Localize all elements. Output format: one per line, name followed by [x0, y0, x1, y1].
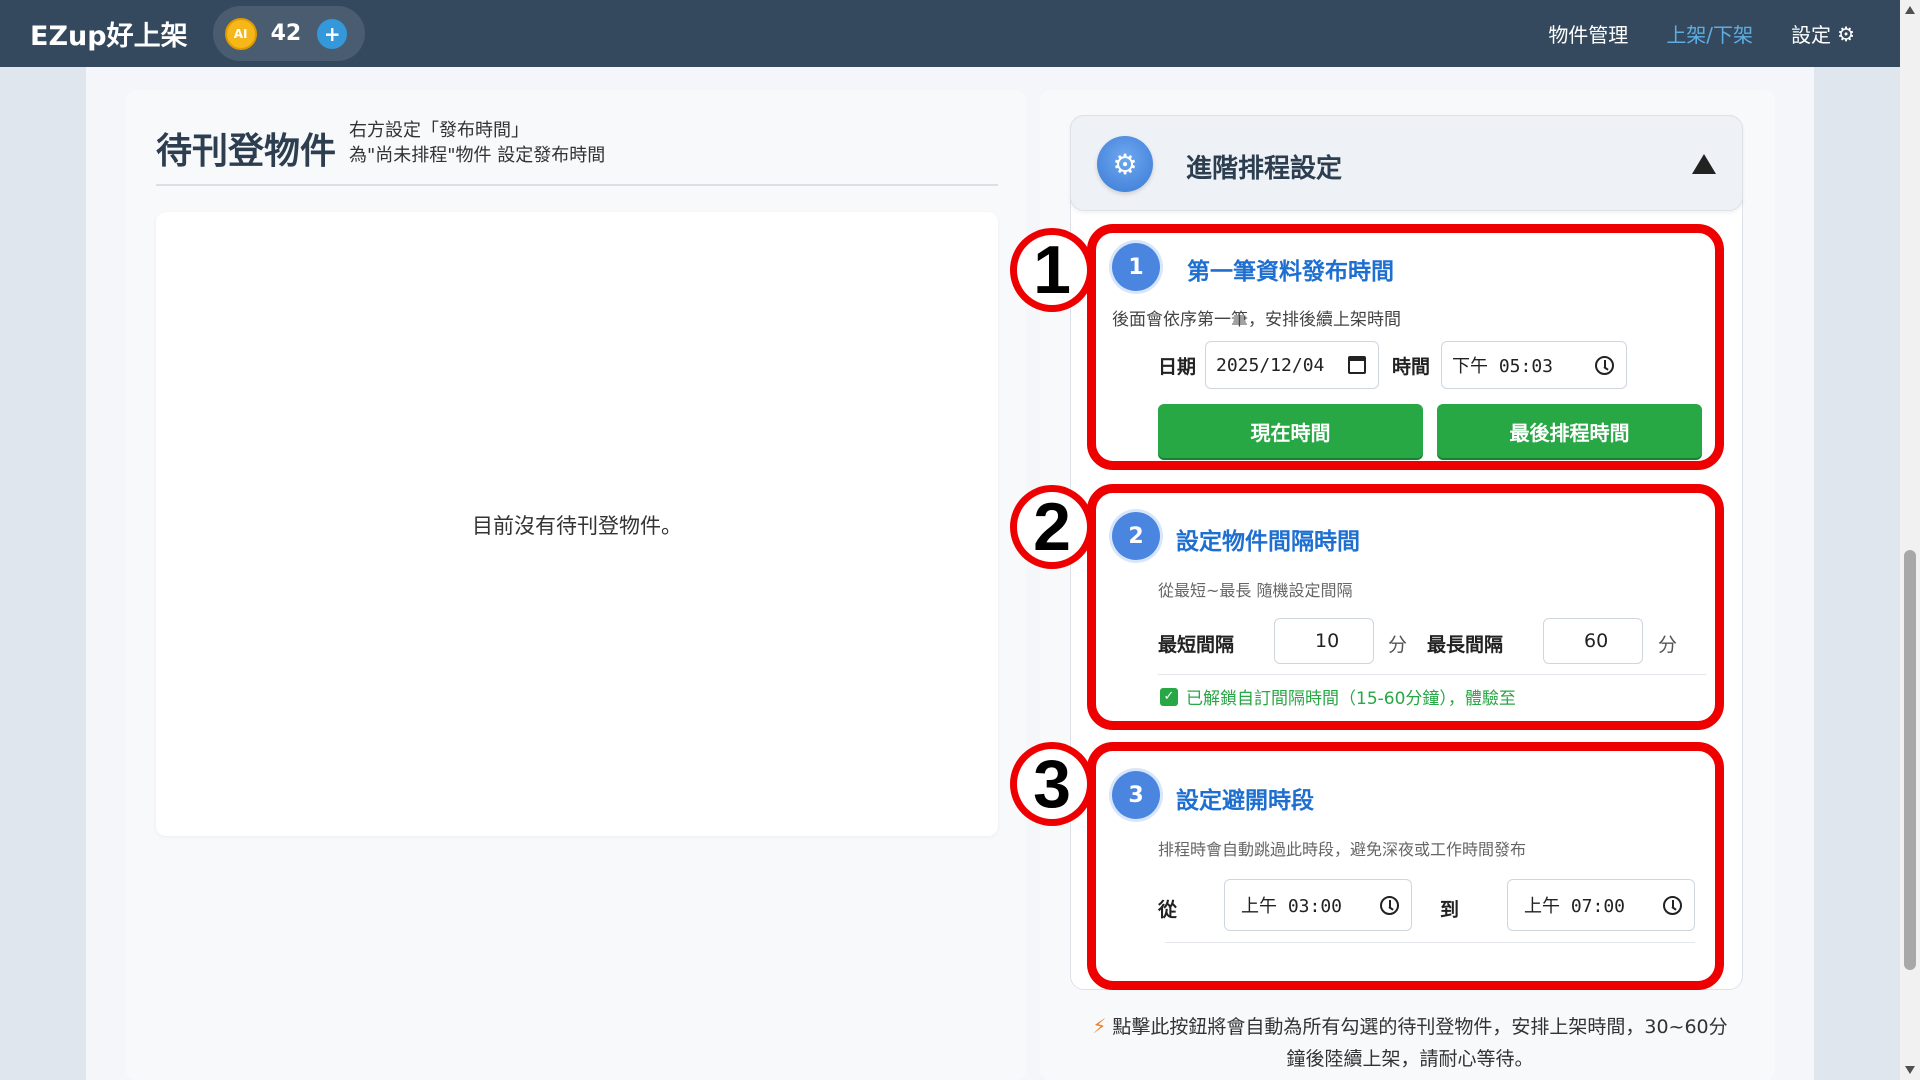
annotation-badge-3-number: 3 — [1017, 749, 1087, 819]
footer-note-line1: ⚡ 點擊此按鈕將會自動為所有勾選的待刊登物件，安排上架時間，30~60分 — [1070, 1010, 1750, 1043]
nav-item-settings[interactable]: 設定 ⚙ — [1791, 19, 1855, 48]
pending-hint-line1: 右方設定「發布時間」 — [349, 120, 529, 141]
page-scrollbar[interactable] — [1900, 0, 1920, 1080]
annotation-frame-1 — [1087, 224, 1724, 470]
annotation-badge-2-number: 2 — [1017, 492, 1087, 562]
ai-coin-icon: AI — [224, 17, 257, 50]
annotation-badge-1: 1 — [1010, 228, 1094, 312]
annotation-badge-3: 3 — [1010, 742, 1094, 826]
page-title: 待刊登物件 — [156, 131, 337, 172]
pending-hint: 右方設定「發布時間」 為"尚未排程"物件 設定發布時間 — [349, 118, 605, 168]
top-navbar: EZup好上架 AI 42 + 物件管理 上架/下架 設定 ⚙ — [0, 0, 1900, 67]
empty-state-message: 目前沒有待刊登物件。 — [472, 514, 682, 538]
nav-item-publish[interactable]: 上架/下架 — [1666, 19, 1753, 48]
ai-credit-count: 42 — [270, 21, 302, 46]
gear-icon: ⚙ — [1837, 21, 1855, 46]
gear-icon: ⚙ — [1097, 136, 1153, 192]
advanced-schedule-header[interactable]: ⚙ 進階排程設定 — [1070, 115, 1743, 211]
annotation-badge-2: 2 — [1010, 485, 1094, 569]
nav-item-listings[interactable]: 物件管理 — [1548, 19, 1628, 48]
scroll-down-icon[interactable] — [1905, 1066, 1915, 1074]
footer-note-line2: 鐘後陸續上架，請耐心等待。 — [1286, 1048, 1534, 1070]
scroll-up-icon[interactable] — [1905, 6, 1915, 14]
ai-credit-pill: AI 42 + — [212, 6, 365, 61]
advanced-schedule-title: 進階排程設定 — [1186, 154, 1343, 184]
pending-list: 目前沒有待刊登物件。 — [156, 212, 998, 836]
scroll-thumb[interactable] — [1904, 550, 1916, 970]
annotation-frame-2 — [1087, 484, 1724, 730]
nav-settings-label: 設定 — [1791, 23, 1832, 47]
divider — [156, 184, 998, 186]
annotation-badge-1-number: 1 — [1017, 235, 1087, 305]
pending-hint-line2: 為"尚未排程"物件 設定發布時間 — [349, 145, 606, 166]
annotation-frame-3 — [1087, 742, 1724, 990]
add-credit-button[interactable]: + — [317, 18, 348, 49]
collapse-caret-icon[interactable] — [1692, 154, 1716, 174]
nav-links: 物件管理 上架/下架 設定 ⚙ — [1510, 0, 1855, 67]
schedule-footer-note: ⚡ 點擊此按鈕將會自動為所有勾選的待刊登物件，安排上架時間，30~60分 鐘後陸續… — [1070, 1010, 1750, 1075]
footer-note-text1: 點擊此按鈕將會自動為所有勾選的待刊登物件，安排上架時間，30~60分 — [1112, 1016, 1728, 1038]
brand-logo[interactable]: EZup好上架 — [30, 14, 188, 53]
lightning-icon: ⚡ — [1092, 1014, 1107, 1038]
